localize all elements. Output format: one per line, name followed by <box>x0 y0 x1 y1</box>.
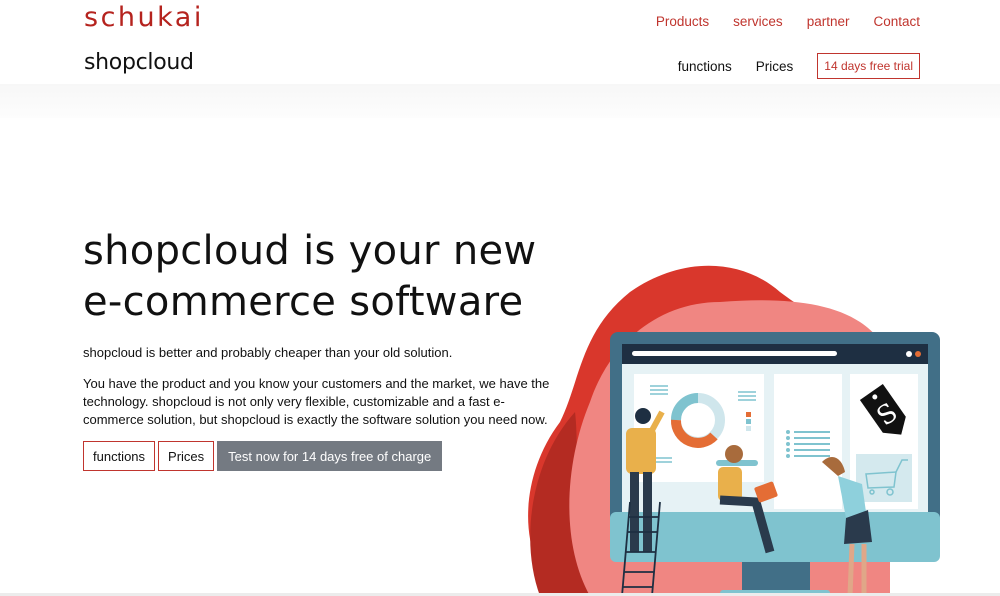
hero-illustration: S <box>528 265 940 596</box>
hero-title-line-1: shopcloud is your new <box>83 228 537 274</box>
free-trial-button[interactable]: 14 days free trial <box>817 53 920 79</box>
cart-panel <box>856 454 912 502</box>
monitor-dot-white <box>906 351 912 357</box>
panel-list <box>774 374 842 509</box>
main-nav: Products services partner Contact <box>632 14 920 29</box>
brand-logo[interactable]: schukai <box>84 2 204 33</box>
site-header: schukai shopcloud Products services part… <box>0 0 1000 84</box>
nav-contact[interactable]: Contact <box>873 14 920 29</box>
hero-title: shopcloud is your new e-commerce softwar… <box>83 226 536 328</box>
monitor-url-bar <box>632 351 837 356</box>
monitor-bezel-bottom <box>610 512 940 562</box>
prices-button[interactable]: Prices <box>158 441 215 471</box>
header-divider-band <box>0 84 1000 118</box>
nav-prices[interactable]: Prices <box>756 59 794 74</box>
nav-services[interactable]: services <box>733 14 783 29</box>
test-free-button[interactable]: Test now for 14 days free of charge <box>217 441 443 471</box>
monitor-stand <box>742 562 810 592</box>
monitor-dot-orange <box>915 351 921 357</box>
functions-button[interactable]: functions <box>83 441 156 471</box>
product-nav: functions Prices 14 days free trial <box>654 53 920 79</box>
hero-lead: shopcloud is better and probably cheaper… <box>83 345 453 360</box>
hero-cta-group: functions Prices Test now for 14 days fr… <box>83 441 443 471</box>
nav-functions[interactable]: functions <box>678 59 732 74</box>
chart-legend <box>746 412 751 431</box>
hero-title-line-2: e-commerce software <box>83 279 524 325</box>
nav-products[interactable]: Products <box>656 14 709 29</box>
nav-partner[interactable]: partner <box>807 14 850 29</box>
hero-body: You have the product and you know your c… <box>83 376 550 427</box>
product-logo[interactable]: shopcloud <box>84 50 194 75</box>
